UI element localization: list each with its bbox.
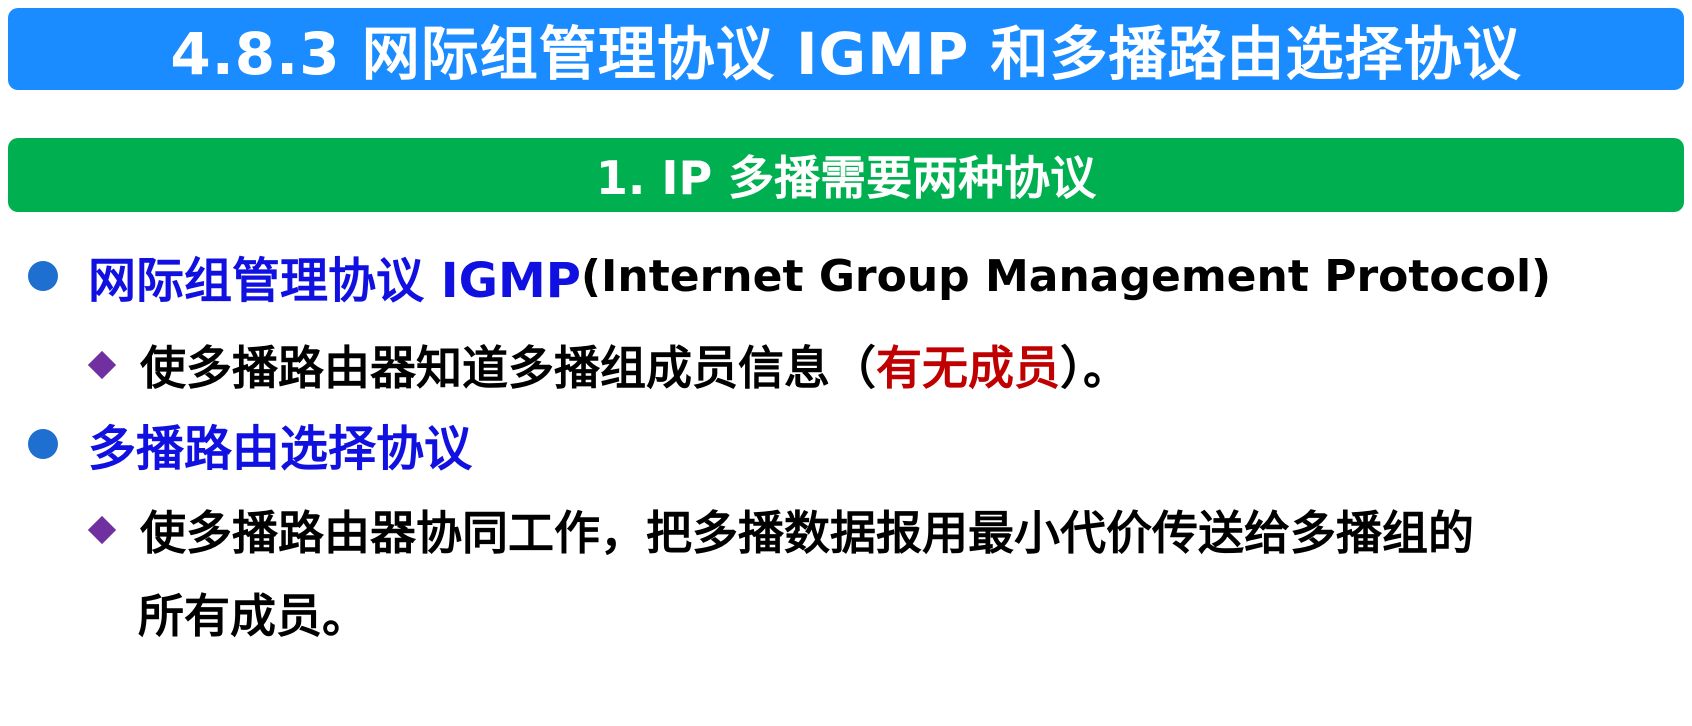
igmp-term: 网际组管理协议 IGMP bbox=[88, 253, 581, 309]
igmp-desc-prefix: 使多播路由器知道多播组成员信息（ bbox=[140, 341, 876, 395]
igmp-desc-suffix: ）。 bbox=[1060, 341, 1129, 395]
routing-desc-line2: 所有成员。 bbox=[138, 589, 368, 643]
circle-bullet-icon bbox=[28, 261, 58, 291]
sub-item-multicast-routing-desc: 使多播路由器协同工作，把多播数据报用最小代价传送给多播组的 bbox=[84, 495, 1474, 565]
section-header-bar: 1. IP 多播需要两种协议 bbox=[8, 138, 1684, 212]
igmp-full-name: (Internet Group Management Protocol) bbox=[580, 250, 1552, 302]
sub-item-multicast-routing-desc-cont: 所有成员。 bbox=[138, 578, 368, 648]
diamond-bullet-icon bbox=[87, 350, 117, 380]
multicast-routing-term: 多播路由选择协议 bbox=[88, 421, 473, 477]
bullet-item-igmp: 网际组管理协议 IGMP (Internet Group Management … bbox=[28, 240, 1551, 312]
routing-desc-line1: 使多播路由器协同工作，把多播数据报用最小代价传送给多播组的 bbox=[140, 506, 1474, 560]
section-title: 1. IP 多播需要两种协议 bbox=[595, 151, 1097, 205]
slide-title: 4.8.3 网际组管理协议 IGMP 和多播路由选择协议 bbox=[170, 20, 1522, 88]
igmp-desc-highlight: 有无成员 bbox=[876, 341, 1060, 395]
sub-item-igmp-desc: 使多播路由器知道多播组成员信息（ 有无成员 ）。 bbox=[84, 330, 1129, 400]
circle-bullet-icon bbox=[28, 429, 58, 459]
bullet-item-multicast-routing: 多播路由选择协议 bbox=[28, 408, 472, 480]
slide-title-bar: 4.8.3 网际组管理协议 IGMP 和多播路由选择协议 bbox=[8, 8, 1684, 90]
diamond-bullet-icon bbox=[87, 515, 117, 545]
